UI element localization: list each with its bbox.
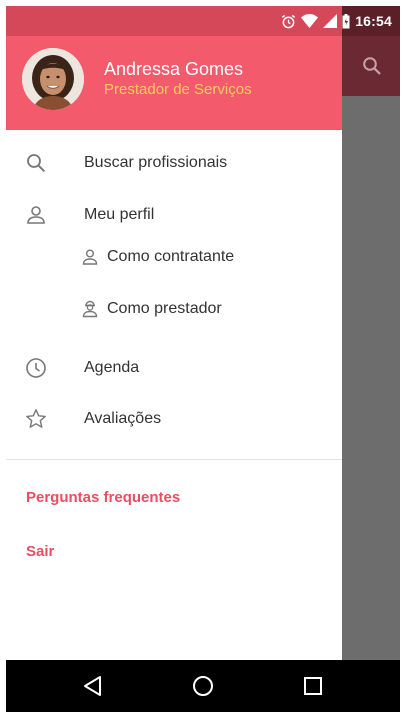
person-outline-icon (82, 249, 98, 265)
background-toolbar (342, 36, 400, 96)
menu-item-meu-perfil[interactable]: Meu perfil (6, 190, 342, 238)
logout-link[interactable]: Sair (26, 543, 54, 560)
battery-icon (342, 13, 350, 28)
alarm-icon (282, 14, 296, 28)
background-app (342, 36, 400, 660)
submenu-item-como-contratante[interactable]: Como contratante (6, 232, 342, 280)
faq-link[interactable]: Perguntas frequentes (26, 489, 180, 506)
navigation-bar (6, 660, 400, 712)
status-time: 16:54 (355, 13, 392, 29)
menu-item-avaliacoes[interactable]: Avaliações (6, 394, 342, 442)
star-icon (26, 409, 46, 428)
menu-label: Meu perfil (84, 206, 155, 223)
signal-icon (323, 14, 338, 28)
divider (6, 459, 342, 460)
menu-label: Buscar profissionais (84, 154, 228, 171)
search-icon (27, 154, 46, 173)
screen: 16:54 Andressa Gomes Prestador de Serviç… (0, 0, 406, 718)
avatar[interactable] (22, 48, 84, 110)
avatar-photo (22, 48, 84, 110)
submenu-item-como-prestador[interactable]: Como prestador (6, 284, 342, 332)
menu-label: Avaliações (84, 410, 162, 427)
menu-item-agenda[interactable]: Agenda (6, 343, 342, 391)
drawer-header: Andressa Gomes Prestador de Serviços (6, 36, 342, 130)
worker-icon (82, 300, 98, 318)
user-name: Andressa Gomes (104, 59, 244, 79)
submenu-label: Como contratante (107, 248, 235, 265)
search-icon[interactable] (362, 56, 382, 76)
wifi-icon (301, 14, 319, 28)
clock-icon (26, 358, 46, 378)
status-bar: 16:54 (0, 6, 400, 36)
person-icon (27, 206, 45, 224)
back-icon[interactable] (81, 674, 105, 698)
recents-icon[interactable] (301, 674, 325, 698)
user-role: Prestador de Serviços (104, 81, 252, 98)
menu-item-buscar-profissionais[interactable]: Buscar profissionais (6, 138, 342, 186)
menu-label: Agenda (84, 359, 140, 376)
submenu-label: Como prestador (107, 300, 222, 317)
navigation-drawer: Andressa Gomes Prestador de Serviços Bus… (6, 36, 342, 660)
home-icon[interactable] (191, 674, 215, 698)
